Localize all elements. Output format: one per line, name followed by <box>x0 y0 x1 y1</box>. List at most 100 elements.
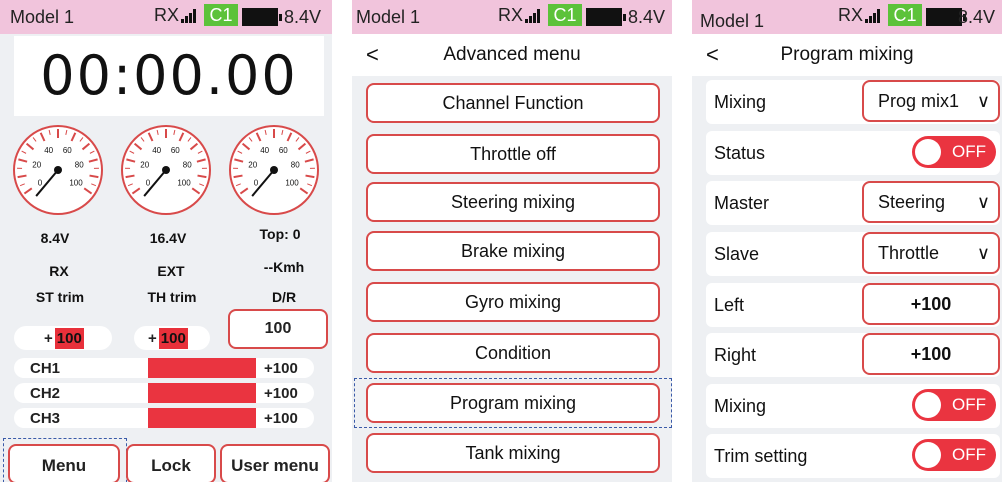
user-menu-button[interactable]: User menu <box>220 444 330 482</box>
trim-setting-toggle[interactable]: OFF <box>912 439 996 471</box>
menu-item-gyro-mixing[interactable]: Gyro mixing <box>366 282 660 322</box>
model-name: Model 1 <box>10 7 75 27</box>
master-select-value: Steering <box>878 192 946 212</box>
status-toggle[interactable]: OFF <box>912 136 996 168</box>
menu-item-steering-mixing[interactable]: Steering mixing <box>366 182 660 222</box>
channel-bar <box>148 383 256 403</box>
gauge-tick-label: 100 <box>177 179 191 188</box>
setting-row-slave: Slave Throttle ∨ <box>706 232 1000 276</box>
signal-bars-icon <box>181 9 197 23</box>
setting-row-mixing-toggle: Mixing OFF <box>706 384 1000 428</box>
left-value[interactable]: +100 <box>862 283 1000 325</box>
mixing-select-value: Prog mix1 <box>878 91 960 111</box>
channel-name: CH1 <box>30 360 61 377</box>
channel-name: CH2 <box>30 385 61 402</box>
setting-row-right: Right +100 <box>706 333 1000 377</box>
toggle-knob <box>915 392 941 418</box>
menu-button[interactable]: Menu <box>8 444 120 482</box>
st-trim-sign: + <box>44 329 53 347</box>
rx-label: RX <box>838 5 864 25</box>
menu-item-brake-mixing[interactable]: Brake mixing <box>366 231 660 271</box>
rx-label: RX <box>49 263 69 279</box>
rx-signal: RX <box>838 5 881 26</box>
right-label: Right <box>714 345 757 365</box>
menu-item-tank-mixing[interactable]: Tank mixing <box>366 433 660 473</box>
page-title: Program mixing <box>780 44 914 65</box>
signal-bars-icon <box>865 9 881 23</box>
mixing-toggle[interactable]: OFF <box>912 389 996 421</box>
st-trim-value[interactable]: +100 <box>14 326 112 350</box>
th-trim-sign: + <box>148 329 157 347</box>
mixing-select[interactable]: Prog mix1 ∨ <box>862 80 1000 122</box>
gauge-tick-label: 60 <box>171 146 180 155</box>
master-select[interactable]: Steering ∨ <box>862 181 1000 223</box>
gauge-tick-label: 100 <box>69 179 83 188</box>
gauge-tick-label: 20 <box>32 160 41 169</box>
gauge-tick-label: 40 <box>44 146 53 155</box>
rx-voltage-readout: 8.4V <box>40 230 70 246</box>
toggle-state: OFF <box>952 395 986 414</box>
toggle-state: OFF <box>952 142 986 161</box>
st-trim-number: 100 <box>54 327 84 349</box>
menu-item-program-mixing[interactable]: Program mixing <box>366 383 660 423</box>
left-label: Left <box>714 295 745 315</box>
gauge-tick-label: 80 <box>291 160 300 169</box>
rx-label: RX <box>154 5 180 25</box>
lock-button[interactable]: Lock <box>126 444 216 482</box>
advanced-menu-screen: Model 1 RX C1 8.4V < Advanced menu Chann… <box>352 0 672 482</box>
rx-signal: RX <box>498 5 541 26</box>
tx-voltage: 8.4V <box>958 7 996 27</box>
channel-value: +100 <box>264 385 298 402</box>
dr-value-box[interactable]: 100 <box>228 309 328 349</box>
slave-select[interactable]: Throttle ∨ <box>862 232 1000 274</box>
model-name: Model 1 <box>700 11 765 31</box>
speed-unit: --Kmh <box>263 259 305 275</box>
mixing-label: Mixing <box>714 92 767 112</box>
gauge-tick-label: 0 <box>38 179 43 188</box>
status-bar: Model 1 RX C1 8.4V <box>352 0 672 34</box>
menu-item-channel-function[interactable]: Channel Function <box>366 83 660 123</box>
speed-gauge: 2040 6080 100 0 <box>229 125 319 215</box>
menu-item-throttle-off[interactable]: Throttle off <box>366 134 660 174</box>
setting-row-trim: Trim setting OFF <box>706 434 1000 478</box>
th-trim-value[interactable]: +100 <box>134 326 210 350</box>
gauge-tick-label: 0 <box>254 179 259 188</box>
gauge-tick-label: 60 <box>63 146 72 155</box>
race-timer[interactable]: 00:00.00 <box>14 36 324 116</box>
dr-label: D/R <box>271 289 297 305</box>
ext-voltage-gauge: 2040 6080 100 0 <box>121 125 211 215</box>
gauge-hub <box>54 166 62 174</box>
program-mixing-screen: Model 1 RX C1 8.4V < Program mixing Mixi… <box>692 0 1002 482</box>
th-trim-number: 100 <box>158 327 188 349</box>
setting-row-left: Left +100 <box>706 283 1000 327</box>
toggle-knob <box>915 442 941 468</box>
battery-icon <box>242 8 282 26</box>
st-trim-label: ST trim <box>35 289 85 305</box>
menu-item-condition[interactable]: Condition <box>366 333 660 373</box>
gauge-tick-label: 60 <box>279 146 288 155</box>
master-label: Master <box>714 193 770 213</box>
top-speed-readout: Top: 0 <box>259 226 301 242</box>
status-bar: Model 1 RX C1 8.4V <box>0 0 332 34</box>
channel-badge: C1 <box>204 4 238 26</box>
battery-icon <box>926 8 966 26</box>
gauge-hub <box>162 166 170 174</box>
gauge-tick-label: 20 <box>248 160 257 169</box>
mixing-toggle-label: Mixing <box>714 396 767 416</box>
model-name: Model 1 <box>356 7 421 27</box>
channel-badge: C1 <box>888 4 922 26</box>
chevron-down-icon: ∨ <box>976 91 990 111</box>
right-value[interactable]: +100 <box>862 333 1000 375</box>
rx-signal: RX <box>154 5 197 26</box>
channel-row: CH2 +100 <box>14 383 314 403</box>
gauge-tick-label: 80 <box>75 160 84 169</box>
setting-row-master: Master Steering ∨ <box>706 181 1000 225</box>
slave-select-value: Throttle <box>878 243 940 263</box>
gauge-tick-label: 40 <box>152 146 161 155</box>
gauge-tick-label: 20 <box>140 160 149 169</box>
gauge-tick-label: 80 <box>183 160 192 169</box>
gauge-tick-label: 40 <box>260 146 269 155</box>
setting-row-status: Status OFF <box>706 131 1000 175</box>
ext-label: EXT <box>157 263 185 279</box>
gauge-tick-label: 100 <box>285 179 299 188</box>
